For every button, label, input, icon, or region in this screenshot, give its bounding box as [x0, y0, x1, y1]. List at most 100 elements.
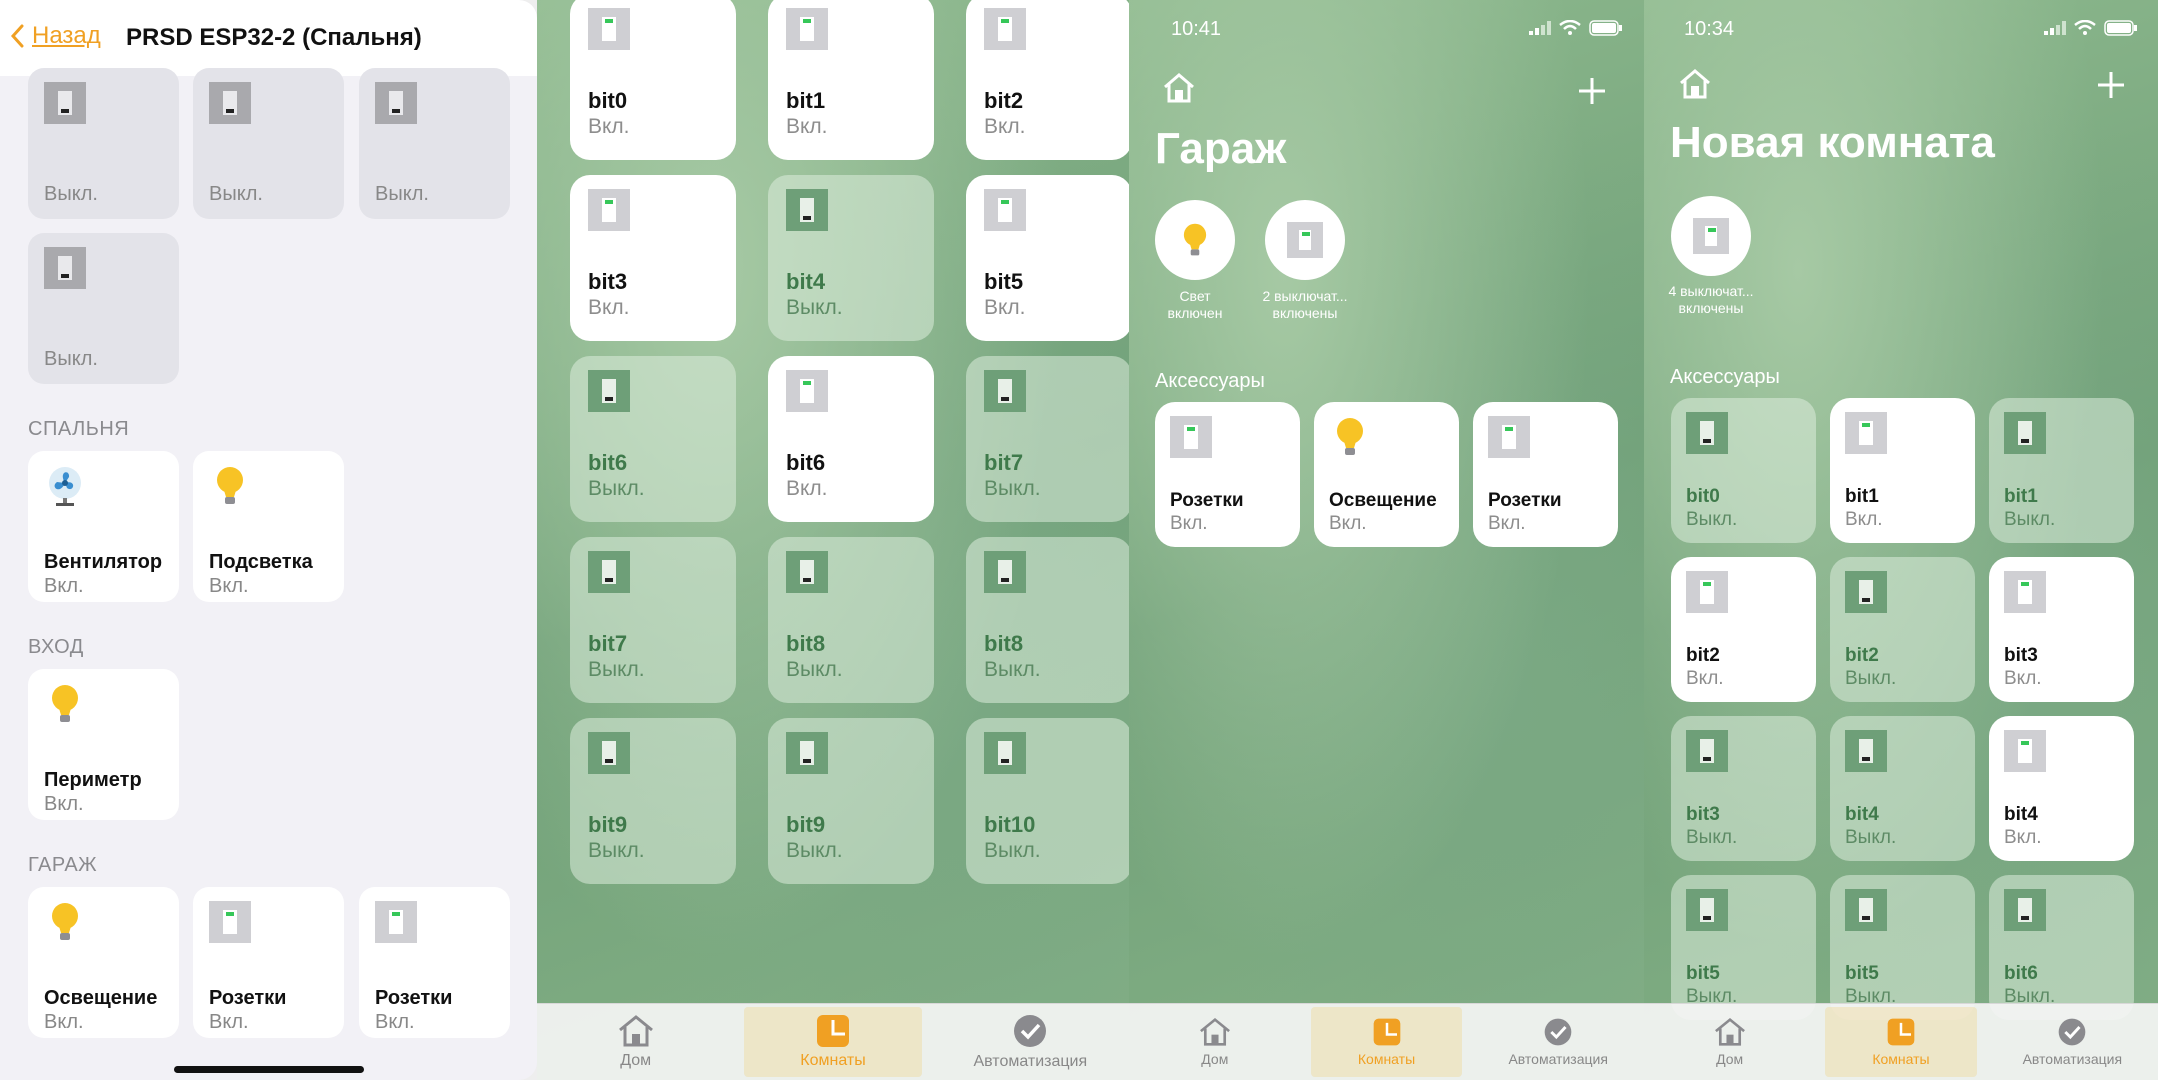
accessory-tile[interactable]: Выкл.	[28, 233, 179, 384]
tile-status: Выкл.	[786, 296, 843, 319]
accessory-tile[interactable]: Выкл.	[193, 68, 344, 219]
switch-icon	[984, 8, 1026, 50]
tab-home[interactable]: Дом	[1129, 1004, 1301, 1080]
accessory-tile[interactable]: bit6 Вкл.	[768, 356, 934, 522]
bulb-icon	[52, 685, 78, 722]
accessory-tile[interactable]: bit2 Вкл.	[966, 0, 1129, 160]
tab-home[interactable]: Дом	[537, 1004, 734, 1080]
wifi-icon	[2074, 20, 2096, 35]
tab-rooms[interactable]: Комнаты	[734, 1004, 931, 1080]
accessory-tile[interactable]: bit4 Выкл.	[1830, 716, 1975, 861]
tab-automation[interactable]: Автоматизация	[1987, 1004, 2158, 1080]
rooms-icon	[816, 1015, 849, 1047]
tile-status: Выкл.	[1686, 827, 1738, 848]
accessory-tile[interactable]: Розетки Вкл.	[359, 887, 510, 1038]
accessory-tile[interactable]: Подсветка Вкл.	[193, 451, 344, 602]
accessory-tile[interactable]: Выкл.	[28, 68, 179, 219]
tile-status: Выкл.	[375, 183, 429, 205]
accessory-tile[interactable]: bit5 Выкл.	[1830, 875, 1975, 1020]
switch-icon	[1845, 889, 1887, 931]
accessory-tile[interactable]: Периметр Вкл.	[28, 669, 179, 820]
tab-home[interactable]: Дом	[1644, 1004, 1815, 1080]
tab-label: Комнаты	[800, 1052, 866, 1069]
accessory-tile[interactable]: Розетки Вкл.	[193, 887, 344, 1038]
tile-name: Периметр	[44, 769, 142, 791]
page-title: PRSD ESP32-2 (Спальня)	[126, 24, 422, 51]
status-circle[interactable]	[1265, 200, 1345, 280]
accessory-tile[interactable]: bit8 Выкл.	[768, 537, 934, 703]
home-indicator[interactable]	[174, 1066, 364, 1073]
house-icon[interactable]	[1678, 68, 1712, 100]
switch-icon	[44, 247, 86, 289]
tab-label: Дом	[1716, 1051, 1744, 1067]
accessory-tile[interactable]: bit6 Выкл.	[1989, 875, 2134, 1020]
tile-name: bit7	[588, 631, 628, 656]
accessory-tile[interactable]: bit2 Выкл.	[1830, 557, 1975, 702]
wifi-icon	[1559, 20, 1581, 35]
status-circle[interactable]	[1671, 196, 1751, 276]
tab-label: Комнаты	[1872, 1051, 1930, 1067]
accessory-tile[interactable]: Освещение Вкл.	[1314, 402, 1459, 547]
add-icon[interactable]	[2096, 70, 2126, 100]
switch-icon	[2004, 730, 2046, 772]
accessory-tile[interactable]: bit3 Вкл.	[570, 175, 736, 341]
switch-icon	[588, 551, 630, 593]
accessory-tile[interactable]: bit2 Вкл.	[1671, 557, 1816, 702]
accessory-tile[interactable]: bit4 Вкл.	[1989, 716, 2134, 861]
tab-automation[interactable]: Автоматизация	[1472, 1004, 1644, 1080]
tile-status: Вкл.	[1488, 513, 1526, 534]
accessory-tile[interactable]: Освещение Вкл.	[28, 887, 179, 1038]
accessory-tile[interactable]: bit9 Выкл.	[570, 718, 736, 884]
switch-icon	[1686, 412, 1728, 454]
accessory-tile[interactable]: bit9 Выкл.	[768, 718, 934, 884]
accessory-tile[interactable]: bit5 Выкл.	[1671, 875, 1816, 1020]
accessory-tile[interactable]: bit7 Выкл.	[966, 356, 1129, 522]
accessory-tile[interactable]: Розетки Вкл.	[1473, 402, 1618, 547]
tab-rooms[interactable]: Комнаты	[1301, 1004, 1473, 1080]
status-time: 10:41	[1171, 18, 1222, 40]
back-button[interactable]: Назад	[10, 22, 101, 50]
accessory-tile[interactable]: bit1 Вкл.	[1830, 398, 1975, 543]
tile-status: Вкл.	[44, 1011, 84, 1033]
switch-icon	[2004, 571, 2046, 613]
tab-label: Дом	[1201, 1051, 1229, 1067]
accessories-list-panel: Назад PRSD ESP32-2 (Спальня) Выкл. Выкл.…	[0, 0, 537, 1080]
accessory-tile[interactable]: bit3 Выкл.	[1671, 716, 1816, 861]
page-title: Гараж	[1155, 124, 1287, 173]
accessory-tile[interactable]: bit6 Выкл.	[570, 356, 736, 522]
tile-status: Выкл.	[984, 658, 1041, 681]
switch-icon	[1686, 889, 1728, 931]
switch-icon	[44, 82, 86, 124]
tile-name: bit3	[1686, 804, 1720, 825]
accessory-tile[interactable]: bit0 Выкл.	[1671, 398, 1816, 543]
tab-automation[interactable]: Автоматизация	[932, 1004, 1129, 1080]
accessory-tile[interactable]: Вентилятор Вкл.	[28, 451, 179, 602]
tile-name: bit0	[1686, 486, 1720, 507]
accessory-tile[interactable]: bit4 Выкл.	[768, 175, 934, 341]
house-icon[interactable]	[1162, 72, 1196, 104]
status-circle-label: Свет включен	[1167, 288, 1223, 321]
tile-status: Вкл.	[2004, 668, 2042, 689]
tile-name: bit9	[786, 812, 826, 837]
bulb-icon	[1183, 223, 1207, 256]
accessory-tile[interactable]: bit3 Вкл.	[1989, 557, 2134, 702]
tab-rooms[interactable]: Комнаты	[1815, 1004, 1986, 1080]
accessory-tile[interactable]: bit5 Вкл.	[966, 175, 1129, 341]
accessory-tile[interactable]: bit0 Вкл.	[570, 0, 736, 160]
accessory-tile[interactable]: Выкл.	[359, 68, 510, 219]
accessory-tile[interactable]: bit10 Выкл.	[966, 718, 1129, 884]
accessory-tile[interactable]: bit8 Выкл.	[966, 537, 1129, 703]
switch-icon	[1845, 412, 1887, 454]
back-label: Назад	[32, 22, 101, 49]
add-icon[interactable]	[1577, 76, 1607, 106]
house-icon	[1714, 1017, 1745, 1046]
tab-label: Дом	[620, 1052, 652, 1069]
status-circle[interactable]	[1155, 200, 1235, 280]
accessory-tile[interactable]: bit1 Выкл.	[1989, 398, 2134, 543]
accessory-tile[interactable]: bit7 Выкл.	[570, 537, 736, 703]
tab-bar: Дом Комнаты Автоматизация	[1644, 1003, 2158, 1080]
automation-icon	[1544, 1018, 1572, 1046]
accessory-tile[interactable]: bit1 Вкл.	[768, 0, 934, 160]
switch-icon	[588, 370, 630, 412]
accessory-tile[interactable]: Розетки Вкл.	[1155, 402, 1300, 547]
